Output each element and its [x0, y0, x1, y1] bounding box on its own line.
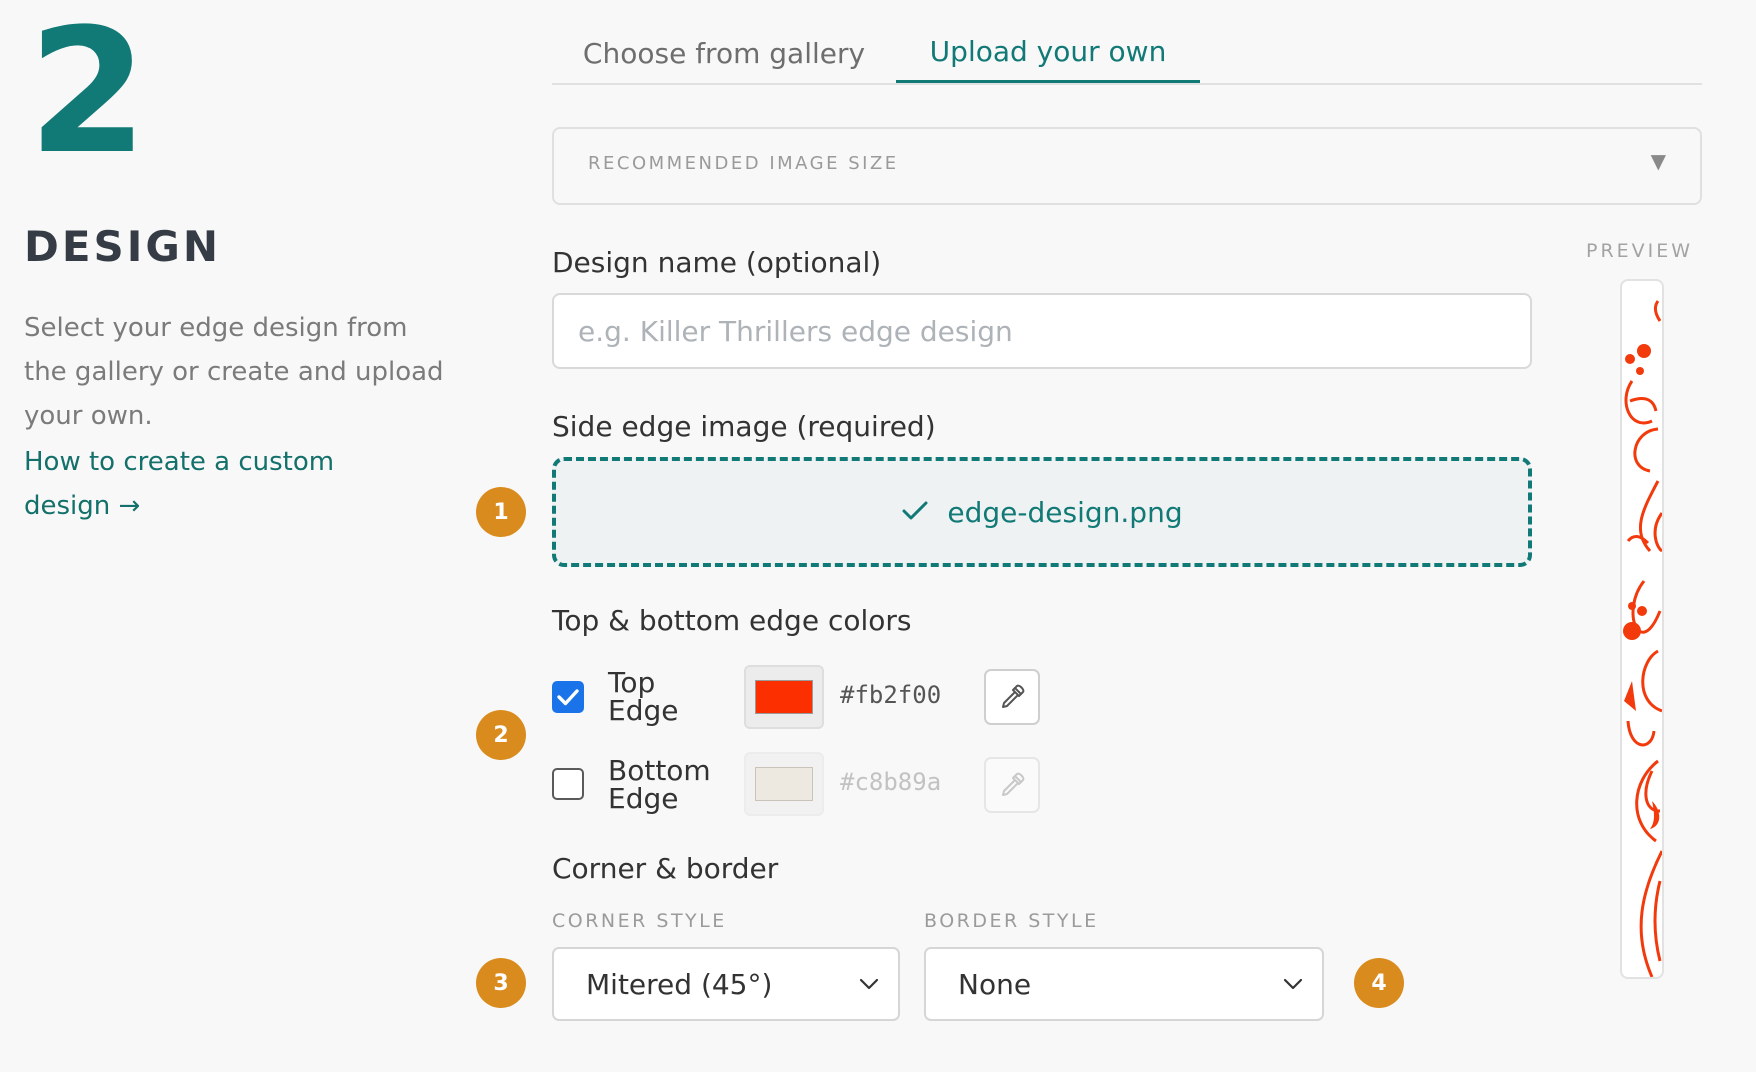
design-name-label: Design name (optional)	[552, 246, 882, 279]
annotation-badge-4: 4	[1354, 958, 1404, 1008]
side-edge-upload-dropzone[interactable]: edge-design.png	[552, 457, 1532, 567]
corner-style-label: CORNER STYLE	[552, 910, 727, 932]
top-edge-color-swatch[interactable]	[744, 665, 824, 729]
top-edge-eyedropper-button[interactable]	[984, 669, 1040, 725]
corner-border-label: Corner & border	[552, 852, 779, 885]
eyedropper-icon	[1002, 684, 1025, 708]
corner-style-select[interactable]: Mitered (45°)	[552, 947, 900, 1021]
preview-strip	[1620, 279, 1664, 979]
corner-style-selected-value: Mitered (45°)	[586, 967, 773, 1001]
chevron-down-icon	[859, 978, 879, 990]
top-edge-color-fill	[755, 680, 813, 714]
step-title: DESIGN	[24, 222, 222, 271]
edge-ornament-graphic	[1623, 300, 1662, 977]
recommended-image-size-dropdown[interactable]: RECOMMENDED IMAGE SIZE ▼	[552, 127, 1702, 205]
bottom-edge-color-fill	[755, 767, 813, 801]
edge-colors-label: Top & bottom edge colors	[552, 604, 912, 637]
side-edge-image-label: Side edge image (required)	[552, 410, 936, 443]
top-edge-hex-value: #fb2f00	[840, 681, 942, 709]
check-icon	[901, 496, 929, 529]
recommended-image-size-label: RECOMMENDED IMAGE SIZE	[588, 153, 899, 174]
chevron-down-icon	[1283, 978, 1303, 990]
top-edge-label: Top Edge	[608, 666, 679, 727]
tab-upload-your-own[interactable]: Upload your own	[896, 22, 1200, 84]
eyedropper-icon	[1002, 772, 1025, 796]
step-number: 2	[28, 0, 148, 192]
bottom-edge-hex-value: #c8b89a	[840, 768, 942, 796]
annotation-badge-2: 2	[476, 710, 526, 760]
design-name-input[interactable]	[552, 293, 1532, 369]
tabs-divider	[552, 83, 1702, 85]
checkmark-icon	[557, 689, 579, 706]
top-edge-checkbox[interactable]	[552, 681, 584, 713]
preview-label: PREVIEW	[1586, 240, 1694, 262]
bottom-edge-color-swatch[interactable]	[744, 752, 824, 816]
help-link-custom-design[interactable]: How to create a custom design →	[24, 440, 404, 528]
annotation-badge-3: 3	[476, 958, 526, 1008]
border-style-select[interactable]: None	[924, 947, 1324, 1021]
border-style-label: BORDER STYLE	[924, 910, 1099, 932]
annotation-badge-1: 1	[476, 487, 526, 537]
border-style-selected-value: None	[958, 967, 1032, 1001]
bottom-edge-eyedropper-button[interactable]	[984, 757, 1040, 813]
bottom-edge-checkbox[interactable]	[552, 768, 584, 800]
tab-choose-from-gallery[interactable]: Choose from gallery	[552, 22, 896, 84]
uploaded-file-name: edge-design.png	[947, 495, 1183, 529]
step-description: Select your edge design from the gallery…	[24, 313, 444, 431]
bottom-edge-label: Bottom Edge	[608, 754, 711, 815]
caret-down-icon: ▼	[1650, 149, 1666, 173]
